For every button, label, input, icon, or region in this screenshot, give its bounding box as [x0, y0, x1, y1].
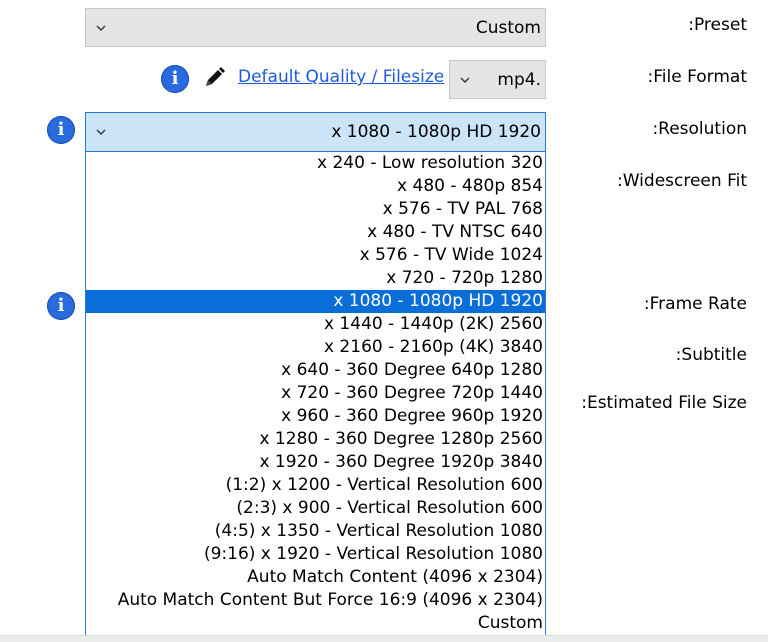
resolution-option[interactable]: x 1280 - 360 Degree 1280p 2560 — [86, 428, 545, 451]
resolution-option[interactable]: x 240 - Low resolution 320 — [86, 152, 545, 175]
resolution-option[interactable]: x 2160 - 2160p (4K) 3840 — [86, 336, 545, 359]
resolution-dropdown-list[interactable]: x 240 - Low resolution 320 x 480 - 480p 8… — [85, 152, 546, 637]
subtitle-label: :Subtitle — [675, 345, 747, 365]
resolution-option[interactable]: (9:16) x 1920 - Vertical Resolution 1080 — [86, 543, 545, 566]
resolution-option[interactable]: (1:2) x 1200 - Vertical Resolution 600 — [86, 474, 545, 497]
file-format-value: mp4. — [497, 69, 541, 90]
quality-filesize-link[interactable]: Default Quality / Filesize — [238, 67, 444, 87]
resolution-option[interactable]: (4:5) x 1350 - Vertical Resolution 1080 — [86, 520, 545, 543]
file-format-label: :File Format — [647, 67, 748, 87]
chevron-down-icon — [460, 77, 470, 83]
info-icon[interactable]: i — [47, 116, 75, 144]
chevron-down-icon — [96, 25, 106, 31]
resolution-option[interactable]: x 576 - TV Wide 1024 — [86, 244, 545, 267]
resolution-select[interactable]: x 1080 - 1080p HD 1920 — [85, 112, 546, 152]
resolution-option[interactable]: x 576 - TV PAL 768 — [86, 198, 545, 221]
preset-value: Custom — [475, 17, 541, 38]
resolution-option[interactable]: x 640 - 360 Degree 640p 1280 — [86, 359, 545, 382]
resolution-option[interactable]: Auto Match Content (4096 x 2304) — [86, 566, 545, 589]
resolution-option[interactable]: x 720 - 360 Degree 720p 1440 — [86, 382, 545, 405]
pencil-icon[interactable] — [201, 65, 227, 91]
info-icon[interactable]: i — [161, 65, 189, 93]
resolution-option[interactable]: x 480 - 480p 854 — [86, 175, 545, 198]
bottom-divider — [0, 635, 768, 642]
preset-label: :Preset — [688, 15, 747, 35]
resolution-option[interactable]: x 1080 - 1080p HD 1920 — [86, 290, 545, 313]
resolution-option[interactable]: Auto Match Content But Force 16:9 (4096 … — [86, 589, 545, 612]
resolution-option[interactable]: x 1920 - 360 Degree 1920p 3840 — [86, 451, 545, 474]
resolution-option[interactable]: Custom — [86, 612, 545, 635]
info-icon[interactable]: i — [47, 292, 75, 320]
resolution-option[interactable]: x 480 - TV NTSC 640 — [86, 221, 545, 244]
frame-rate-label: :Frame Rate — [643, 294, 747, 314]
resolution-option[interactable]: x 960 - 360 Degree 960p 1920 — [86, 405, 545, 428]
preset-select[interactable]: Custom — [85, 8, 546, 47]
estimated-file-size-label: :Estimated File Size — [581, 393, 747, 413]
chevron-down-icon — [96, 129, 106, 135]
resolution-label: :Resolution — [652, 119, 747, 139]
resolution-option[interactable]: x 720 - 720p 1280 — [86, 267, 545, 290]
resolution-option[interactable]: x 1440 - 1440p (2K) 2560 — [86, 313, 545, 336]
file-format-select[interactable]: mp4. — [449, 60, 546, 99]
widescreen-fit-label: :Widescreen Fit — [617, 171, 747, 191]
resolution-value: x 1080 - 1080p HD 1920 — [331, 122, 541, 142]
resolution-option[interactable]: (2:3) x 900 - Vertical Resolution 600 — [86, 497, 545, 520]
